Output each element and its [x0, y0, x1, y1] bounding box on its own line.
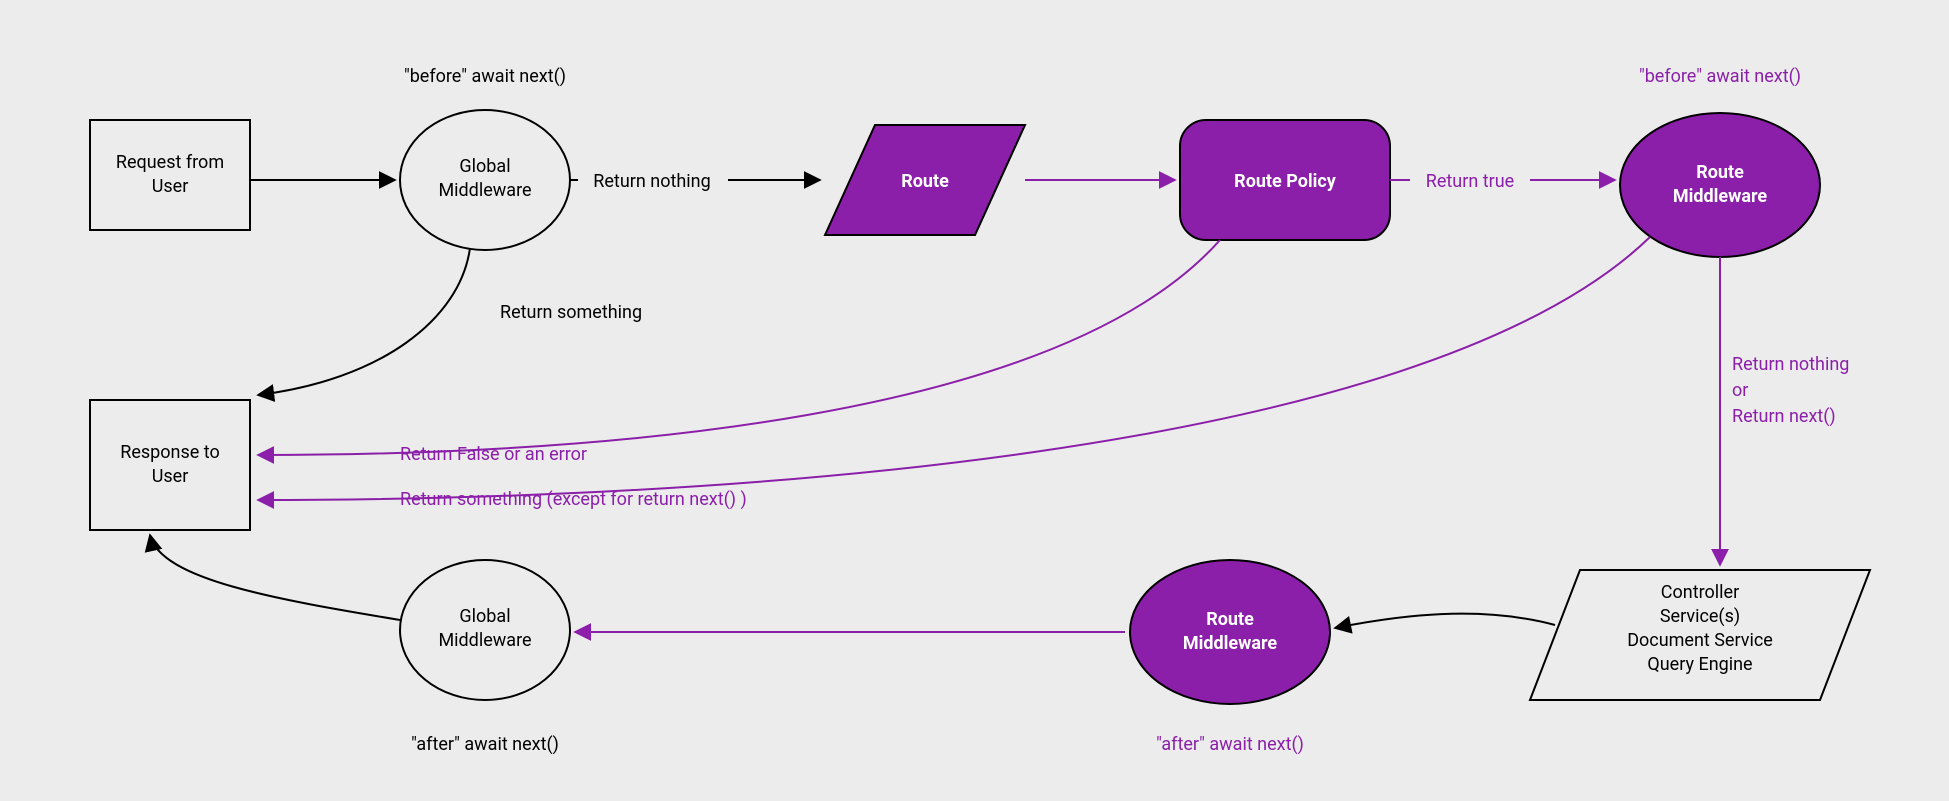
response-label-l2: User: [152, 466, 189, 487]
edge-global-to-route-label: Return nothing: [593, 171, 710, 192]
edge-policy-to-routemw-label: Return true: [1426, 171, 1514, 192]
node-route-policy: Route Policy: [1180, 120, 1390, 240]
route-policy-label: Route Policy: [1234, 171, 1337, 192]
flow-diagram: Request from User Response to User Globa…: [0, 0, 1949, 801]
canvas-bg: [0, 0, 1949, 801]
gma-label-l1: Global: [459, 606, 510, 627]
svg-text:Global: Global: [459, 606, 510, 627]
svg-text:Middleware: Middleware: [1673, 186, 1768, 207]
edge-rmc-l1: Return nothing: [1732, 354, 1849, 375]
rmb-caption: "before" await next(): [1639, 66, 1801, 87]
edge-rmc-l2: or: [1732, 380, 1748, 401]
svg-text:or: or: [1732, 380, 1748, 401]
edge-global-to-response-label: Return something: [500, 302, 642, 323]
edge-rmc-l3: Return next(): [1732, 406, 1836, 427]
gmb-label-l2: Middleware: [438, 180, 531, 201]
rma-label-l1: Route: [1206, 609, 1254, 630]
rmb-label-l1: Route: [1696, 162, 1744, 183]
svg-text:Global: Global: [459, 156, 510, 177]
svg-text:User: User: [152, 176, 189, 197]
edge-routemw-resp-label: Return something (except for return next…: [400, 489, 747, 510]
svg-text:Controller: Controller: [1661, 582, 1739, 603]
svg-text:Route: Route: [1206, 609, 1254, 630]
gma-caption: "after" await next(): [411, 734, 559, 755]
svg-text:Query Engine: Query Engine: [1647, 654, 1752, 675]
svg-text:Middleware: Middleware: [1183, 633, 1278, 654]
ctrl-l4: Query Engine: [1647, 654, 1752, 675]
svg-text:Response to: Response to: [120, 442, 220, 463]
svg-text:Return nothing: Return nothing: [1732, 354, 1849, 375]
request-label-l2: User: [152, 176, 189, 197]
rma-caption: "after" await next(): [1156, 734, 1304, 755]
svg-text:User: User: [152, 466, 189, 487]
gma-label-l2: Middleware: [438, 630, 531, 651]
svg-text:Service(s): Service(s): [1660, 606, 1740, 627]
svg-text:Route: Route: [1696, 162, 1744, 183]
route-label: Route: [901, 171, 949, 192]
ctrl-l1: Controller: [1661, 582, 1739, 603]
gmb-caption: "before" await next(): [404, 66, 566, 87]
svg-text:Return next(): Return next(): [1732, 406, 1836, 427]
edge-policy-false-label: Return False or an error: [400, 444, 587, 465]
ctrl-l3: Document Service: [1627, 630, 1773, 651]
rmb-label-l2: Middleware: [1673, 186, 1768, 207]
svg-text:Middleware: Middleware: [438, 180, 531, 201]
svg-text:Request from: Request from: [116, 152, 224, 173]
response-label-l1: Response to: [120, 442, 220, 463]
svg-text:Document Service: Document Service: [1627, 630, 1773, 651]
svg-text:Middleware: Middleware: [438, 630, 531, 651]
rma-label-l2: Middleware: [1183, 633, 1278, 654]
gmb-label-l1: Global: [459, 156, 510, 177]
ctrl-l2: Service(s): [1660, 606, 1740, 627]
request-label-l1: Request from: [116, 152, 224, 173]
